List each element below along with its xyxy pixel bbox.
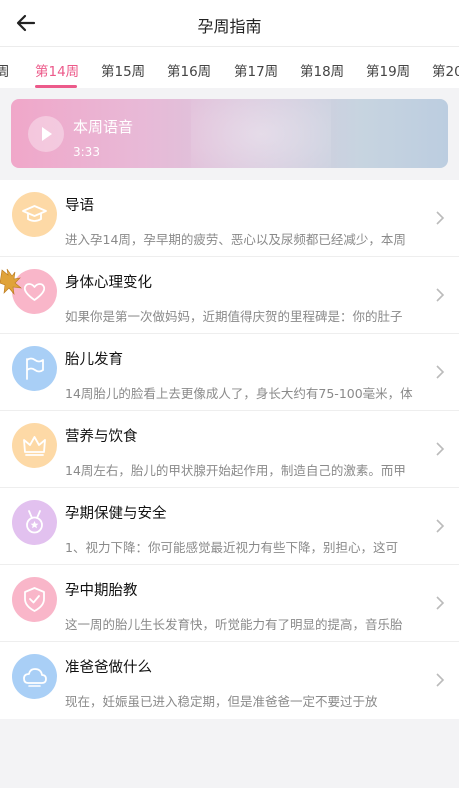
guide-list: 导语 进入孕14周，孕早期的疲劳、恶心以及尿频都已经减少，本周 身体心理变化 如… xyxy=(0,180,459,719)
list-item-dad-tasks[interactable]: 准爸爸做什么 现在，妊娠虽已进入稳定期，但是准爸爸一定不要过于放 xyxy=(0,642,459,719)
list-item-intro[interactable]: 导语 进入孕14周，孕早期的疲劳、恶心以及尿频都已经减少，本周 xyxy=(0,180,459,257)
item-title: 营养与饮食 xyxy=(65,429,138,445)
chevron-right-icon xyxy=(436,211,445,225)
week-tabs[interactable]: 周 第14周 第15周 第16周 第17周 第18周 第19周 第20 xyxy=(0,46,459,88)
tab-week-20[interactable]: 第20 xyxy=(432,60,459,80)
list-item-body-mind-changes[interactable]: 身体心理变化 如果你是第一次做妈妈，近期值得庆贺的里程碑是：你的肚子 xyxy=(0,257,459,334)
shield-heart-icon xyxy=(12,577,57,622)
item-title: 导语 xyxy=(65,198,94,214)
chevron-right-icon xyxy=(436,596,445,610)
tab-week-19[interactable]: 第19周 xyxy=(366,60,410,80)
chevron-right-icon xyxy=(436,365,445,379)
maple-leaf-decoration xyxy=(0,268,22,296)
item-title: 胎儿发育 xyxy=(65,352,123,368)
audio-duration: 3:33 xyxy=(73,145,100,159)
item-description: 14周左右，胎儿的甲状腺开始起作用，制造自己的激素。而甲 xyxy=(65,463,406,478)
tab-week-16[interactable]: 第16周 xyxy=(167,60,211,80)
active-tab-indicator xyxy=(35,85,77,88)
list-item-health-safety[interactable]: 孕期保健与安全 1、视力下降：你可能感觉最近视力有些下降，别担心，这可 xyxy=(0,488,459,565)
chevron-right-icon xyxy=(436,442,445,456)
tab-week-13[interactable]: 周 xyxy=(0,60,10,80)
item-title: 孕期保健与安全 xyxy=(65,506,167,522)
tab-week-18[interactable]: 第18周 xyxy=(300,60,344,80)
crown-icon xyxy=(12,423,57,468)
chevron-right-icon xyxy=(436,673,445,687)
audio-title: 本周语音 xyxy=(73,118,134,136)
list-item-fetal-development[interactable]: 胎儿发育 14周胎儿的脸看上去更像成人了，身长大约有75-100毫米，体 xyxy=(0,334,459,411)
item-description: 这一周的胎儿生长发育快，听觉能力有了明显的提高，音乐胎 xyxy=(65,617,403,632)
item-description: 14周胎儿的脸看上去更像成人了，身长大约有75-100毫米，体 xyxy=(65,386,413,401)
top-bar: 孕周指南 xyxy=(0,0,459,46)
chevron-right-icon xyxy=(436,519,445,533)
graduation-cap-icon xyxy=(12,192,57,237)
item-title: 身体心理变化 xyxy=(65,275,152,291)
medal-icon xyxy=(12,500,57,545)
item-description: 如果你是第一次做妈妈，近期值得庆贺的里程碑是：你的肚子 xyxy=(65,309,403,324)
weekly-audio-card[interactable]: 本周语音 3:33 xyxy=(11,99,448,168)
list-item-prenatal-education[interactable]: 孕中期胎教 这一周的胎儿生长发育快，听觉能力有了明显的提高，音乐胎 xyxy=(0,565,459,642)
page-title: 孕周指南 xyxy=(197,17,262,36)
play-icon xyxy=(42,127,52,141)
cloud-icon xyxy=(12,654,57,699)
item-title: 孕中期胎教 xyxy=(65,583,138,599)
chevron-right-icon xyxy=(436,288,445,302)
item-description: 现在，妊娠虽已进入稳定期，但是准爸爸一定不要过于放 xyxy=(65,694,378,709)
item-description: 进入孕14周，孕早期的疲劳、恶心以及尿频都已经减少，本周 xyxy=(65,232,406,247)
item-description: 1、视力下降：你可能感觉最近视力有些下降，别担心，这可 xyxy=(65,540,398,555)
flag-icon xyxy=(12,346,57,391)
play-button[interactable] xyxy=(28,116,64,152)
tab-week-17[interactable]: 第17周 xyxy=(234,60,278,80)
list-item-nutrition[interactable]: 营养与饮食 14周左右，胎儿的甲状腺开始起作用，制造自己的激素。而甲 xyxy=(0,411,459,488)
item-title: 准爸爸做什么 xyxy=(65,660,152,676)
tab-week-15[interactable]: 第15周 xyxy=(101,60,145,80)
tab-week-14[interactable]: 第14周 xyxy=(35,60,79,80)
